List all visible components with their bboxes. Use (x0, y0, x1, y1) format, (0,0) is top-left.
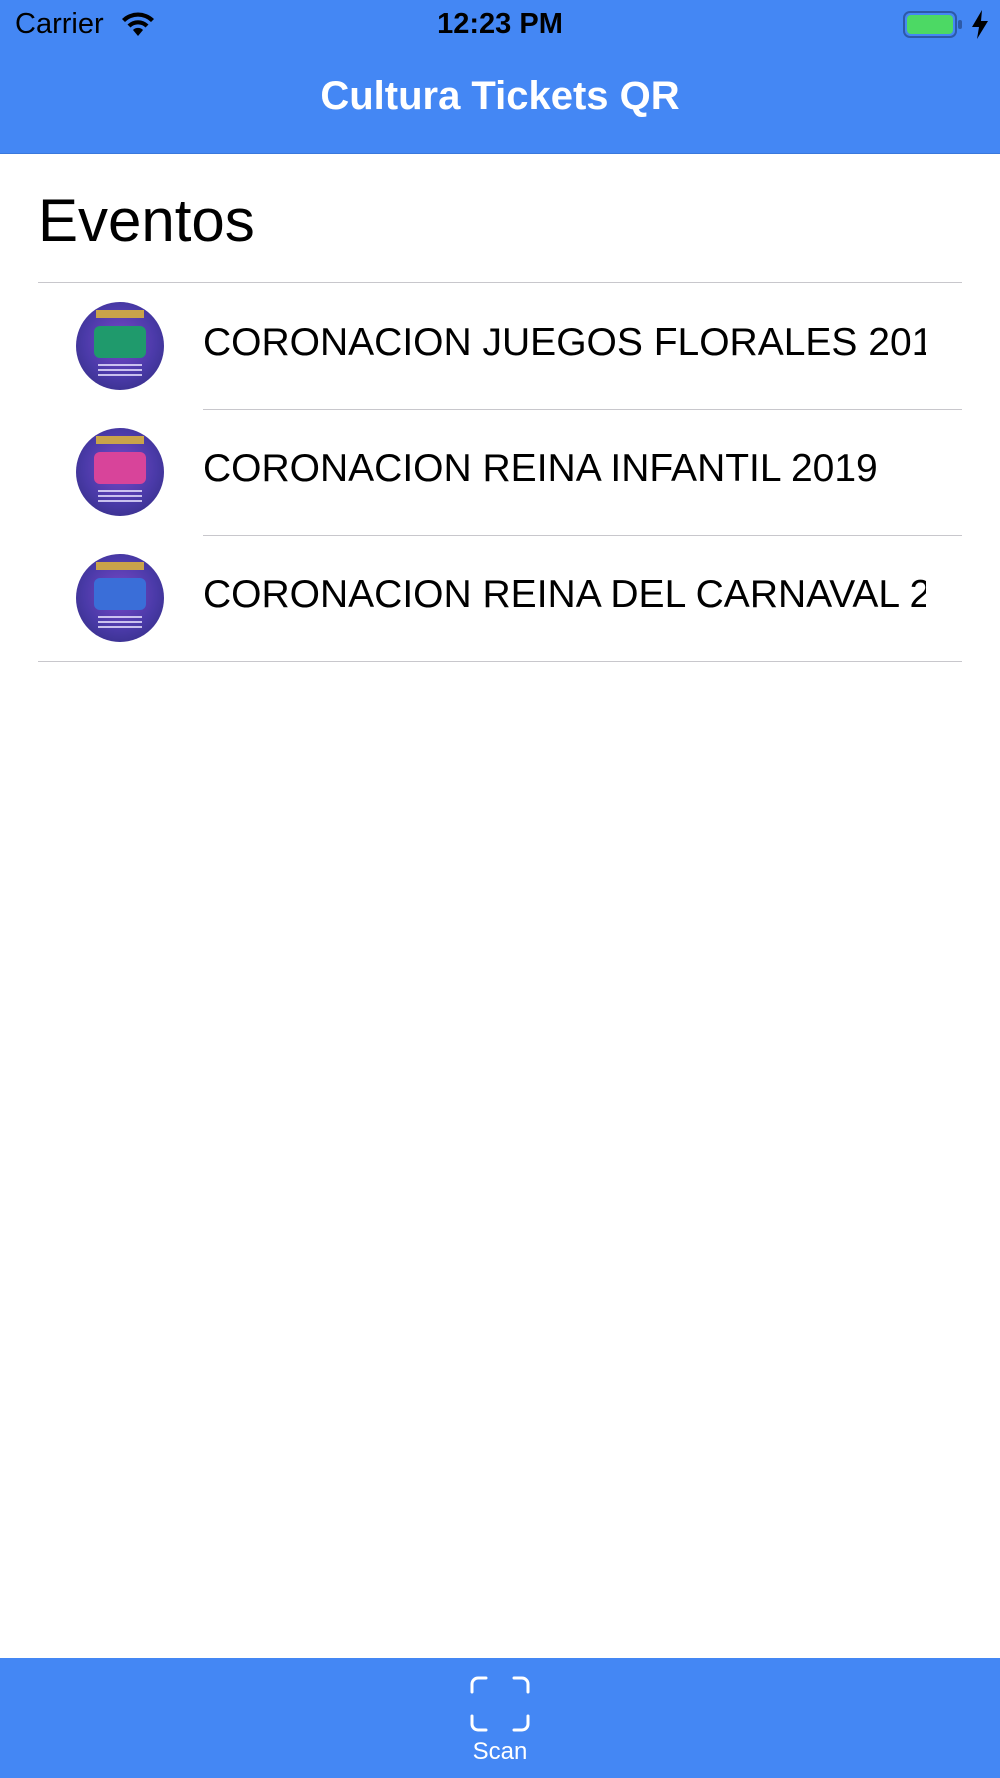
event-title: CORONACION REINA DEL CARNAVAL 2019 (203, 573, 926, 616)
event-row[interactable]: CORONACION REINA DEL CARNAVAL 2019 (38, 535, 962, 661)
event-row[interactable]: CORONACION JUEGOS FLORALES 2019 (38, 283, 962, 409)
event-thumbnail (76, 302, 164, 390)
scan-icon (470, 1676, 530, 1732)
event-title: CORONACION REINA INFANTIL 2019 (203, 447, 878, 490)
nav-title: Cultura Tickets QR (320, 74, 680, 118)
status-bar: Carrier 12:23 PM (0, 0, 1000, 50)
status-time: 12:23 PM (437, 8, 563, 40)
event-thumbnail (76, 428, 164, 516)
section-title: Eventos (38, 187, 255, 254)
tab-scan[interactable]: Scan (440, 1658, 560, 1778)
event-row[interactable]: CORONACION REINA INFANTIL 2019 (38, 409, 962, 535)
app-screen: Carrier 12:23 PM Cultura Tickets QR Even… (0, 0, 1000, 1778)
tab-scan-label: Scan (472, 1738, 528, 1765)
event-title: CORONACION JUEGOS FLORALES 2019 (203, 321, 926, 364)
event-thumbnail (76, 554, 164, 642)
battery-icon (903, 11, 962, 38)
events-list: CORONACION JUEGOS FLORALES 2019 CORONACI… (38, 282, 962, 662)
tab-bar: Scan (0, 1658, 1000, 1778)
header: Carrier 12:23 PM Cultura Tickets QR (0, 0, 1000, 154)
charging-bolt-icon (972, 10, 988, 39)
